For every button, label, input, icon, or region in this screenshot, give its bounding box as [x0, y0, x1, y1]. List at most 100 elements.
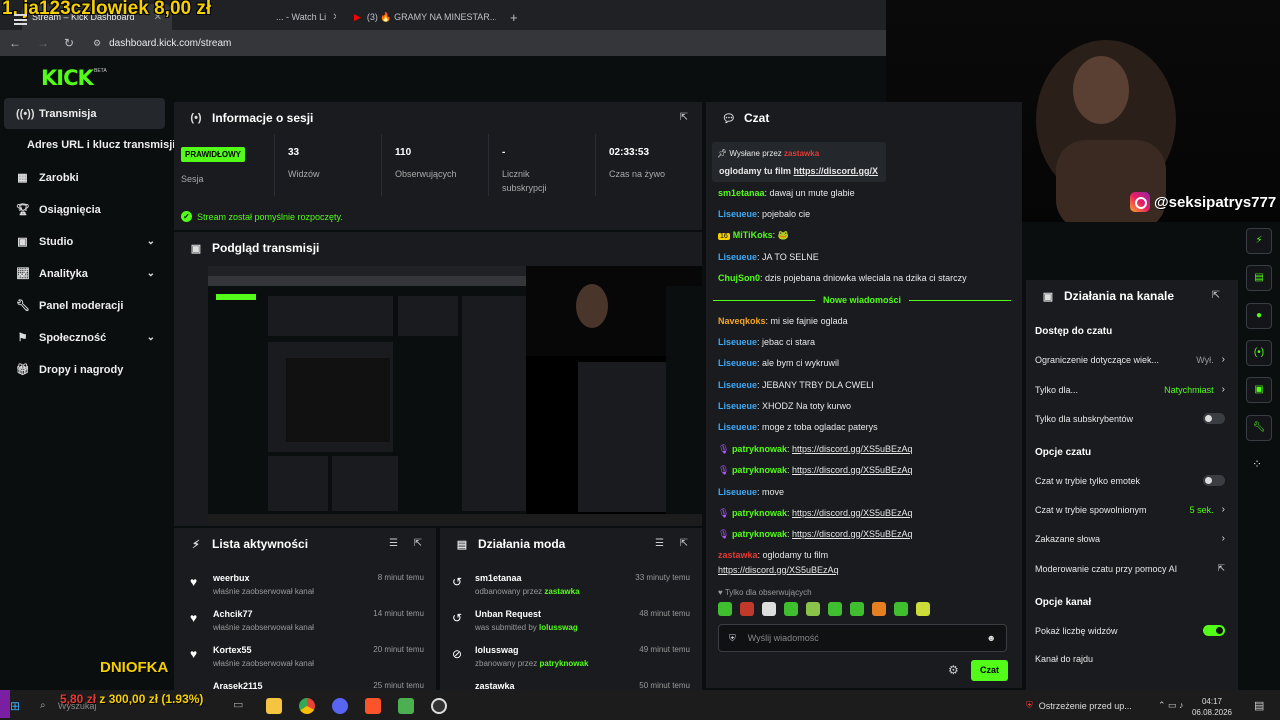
emote-icon[interactable] — [762, 602, 776, 616]
emote-icon[interactable] — [718, 602, 732, 616]
lightning-icon[interactable]: ⚡︎ — [1246, 228, 1272, 254]
clock[interactable]: 04:17 06.08.2026 — [1192, 696, 1232, 718]
file-explorer-icon[interactable] — [266, 698, 282, 714]
mod-by[interactable]: patryknowak — [539, 659, 588, 668]
emote-only-toggle[interactable] — [1203, 475, 1225, 486]
chat-input[interactable]: ⛨ Wyślij wiadomość ☻ — [718, 624, 1007, 652]
ai-moderation-row[interactable]: Moderowanie czatu przy pomocy AI ⇱ — [1035, 563, 1225, 574]
raid-channel-row[interactable]: Kanał do rajdu — [1035, 654, 1225, 664]
sidebar-item-analityka[interactable]: 📈︎ Analityka ⌄ — [4, 258, 165, 289]
search-icon[interactable]: ⌕ — [40, 700, 46, 711]
chat-username[interactable]: sm1etanaa — [718, 188, 765, 198]
emoji-icon[interactable]: ☻ — [987, 633, 996, 643]
popout-icon[interactable]: ⇱ — [680, 112, 688, 123]
chat-username[interactable]: Naveqkoks — [718, 316, 766, 326]
popout-icon[interactable]: ⇱ — [414, 538, 422, 549]
clipboard-icon[interactable]: ▤ — [1246, 265, 1272, 291]
filter-icon[interactable]: ☰ — [655, 538, 664, 549]
chat-username[interactable]: ChujSon0 — [718, 273, 760, 283]
kick-logo[interactable]: KICK — [41, 66, 94, 90]
chat-username[interactable]: Liseueue — [718, 252, 757, 262]
chat-username[interactable]: Liseueue — [718, 358, 757, 368]
sidebar-item-studio[interactable]: ▣ Studio ⌄ — [4, 226, 165, 257]
chat-username[interactable]: Liseueue — [718, 209, 757, 219]
sidebar-item-spolecznosc[interactable]: ⚑ Społeczność ⌄ — [4, 322, 165, 353]
app-icon[interactable] — [431, 698, 447, 714]
slow-mode-row[interactable]: Czat w trybie spowolnionym 5 sek. › — [1035, 504, 1225, 515]
windows-start-icon[interactable]: ⊞ — [10, 699, 20, 713]
brave-icon[interactable] — [365, 698, 381, 714]
chat-username[interactable]: Liseueue — [718, 380, 757, 390]
mod-by[interactable]: lolusswag — [539, 623, 578, 632]
mod-target[interactable]: Unban Request — [475, 609, 541, 619]
chat-username[interactable]: MiTiKoks — [733, 230, 773, 240]
url-field[interactable]: ⚙ dashboard.kick.com/stream — [93, 38, 231, 49]
chat-bubble-icon[interactable]: ● — [1246, 303, 1272, 329]
close-tab-icon[interactable]: ✕ — [332, 12, 336, 23]
broadcast-icon[interactable]: (•) — [1246, 340, 1272, 366]
chat-username[interactable]: Liseueue — [718, 401, 757, 411]
gear-icon[interactable]: ⚙ — [948, 663, 959, 677]
chat-link[interactable]: https://discord.gg/XS5uBEzAq — [792, 529, 913, 539]
emote-icon[interactable] — [872, 602, 886, 616]
activity-name[interactable]: Arasek2115 — [213, 681, 263, 690]
chat-username[interactable]: Liseueue — [718, 337, 757, 347]
popout-icon[interactable]: ⇱ — [1212, 290, 1220, 301]
pinned-link[interactable]: https://discord.gg/X — [794, 166, 879, 176]
sidebar-item-dropy[interactable]: 🎁︎ Dropy i nagrody — [4, 354, 165, 385]
emote-icon[interactable] — [894, 602, 908, 616]
obs-icon[interactable] — [332, 698, 348, 714]
chat-link[interactable]: https://discord.gg/XS5uBEzAq — [792, 508, 913, 518]
chat-send-button[interactable]: Czat — [971, 660, 1008, 681]
menu-icon[interactable] — [14, 14, 27, 25]
sidebar-item-stream-key[interactable]: Adres URL i klucz transmisji — [27, 139, 175, 151]
emote-icon[interactable] — [916, 602, 930, 616]
chat-link[interactable]: https://discord.gg/XS5uBEzAq — [792, 444, 913, 454]
chrome-icon[interactable] — [299, 698, 315, 714]
emote-icon[interactable] — [828, 602, 842, 616]
shield-icon[interactable]: ⛨ — [729, 633, 736, 644]
popout-icon[interactable]: ⇱ — [680, 538, 688, 549]
emote-icon[interactable] — [806, 602, 820, 616]
site-info-icon[interactable]: ⚙ — [93, 38, 101, 49]
pinned-message[interactable] — [712, 142, 886, 182]
pinned-user[interactable]: zastawka — [784, 149, 819, 158]
sidebar-item-transmisja[interactable]: ((•)) Transmisja — [4, 98, 165, 129]
tab-youtube[interactable]: ▶ (3) 🔥 GRAMY NA MINESTAR... ✕ — [344, 4, 496, 30]
age-restriction-row[interactable]: Ograniczenie dotyczące wiek... Wył. › — [1035, 354, 1225, 365]
new-tab-button[interactable]: + — [500, 4, 528, 30]
chat-username[interactable]: Liseueue — [718, 422, 757, 432]
filter-icon[interactable]: ☰ — [389, 538, 398, 549]
notifications-icon[interactable]: ▤ — [1254, 699, 1264, 712]
mod-target[interactable]: zastawka — [475, 681, 515, 690]
wrench-icon[interactable]: 🔧︎ — [1246, 415, 1272, 441]
apps-icon[interactable]: ⁘ — [1252, 457, 1262, 471]
chat-username[interactable]: patryknowak — [732, 529, 787, 539]
show-viewers-toggle[interactable] — [1203, 625, 1225, 636]
back-icon[interactable]: ← — [5, 36, 25, 50]
layout-icon[interactable]: ▣ — [1246, 377, 1272, 403]
chat-username[interactable]: patryknowak — [732, 508, 787, 518]
tray-icons[interactable]: ⌃ ▭ ♪ — [1158, 700, 1184, 711]
chat-username[interactable]: patryknowak — [732, 444, 787, 454]
forward-icon[interactable]: → — [33, 36, 53, 50]
stream-preview[interactable] — [208, 266, 702, 524]
activity-name[interactable]: Kortex55 — [213, 645, 252, 655]
activity-name[interactable]: Achcik77 — [213, 609, 253, 619]
sidebar-item-zarobki[interactable]: ▦ Zarobki — [4, 162, 165, 193]
subscribers-only-toggle[interactable] — [1203, 413, 1225, 424]
emote-icon[interactable] — [740, 602, 754, 616]
mod-target[interactable]: lolusswag — [475, 645, 519, 655]
chat-username[interactable]: zastawka — [718, 550, 758, 560]
mod-target[interactable]: sm1etanaa — [475, 573, 522, 583]
task-view-icon[interactable]: ▭ — [233, 698, 249, 714]
chat-link[interactable]: https://discord.gg/XS5uBEzAq — [718, 565, 839, 575]
sidebar-item-panel-moderacji[interactable]: 🔧︎ Panel moderacji — [4, 290, 165, 321]
sidebar-item-osiagniecia[interactable]: 🏆︎ Osiągnięcia — [4, 194, 165, 225]
minecraft-icon[interactable] — [398, 698, 414, 714]
only-for-row[interactable]: Tylko dla... Natychmiast › — [1035, 384, 1225, 395]
banned-words-row[interactable]: Zakazane słowa › — [1035, 533, 1225, 544]
reload-icon[interactable]: ↻ — [59, 36, 79, 50]
security-warning[interactable]: ⛨ Ostrzeżenie przed up... — [1026, 700, 1132, 711]
activity-name[interactable]: weerbux — [213, 573, 250, 583]
